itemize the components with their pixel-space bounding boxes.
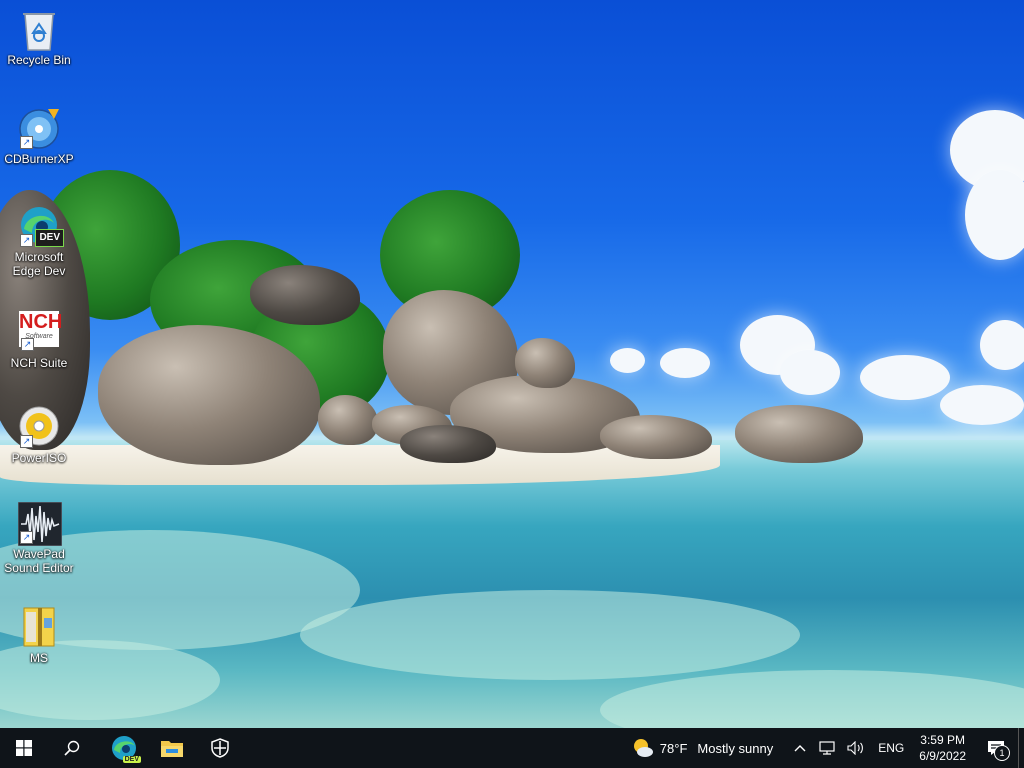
taskbar: DEV 78°F Mostly sunny ENG 3:59 PM 6/9/20… (0, 728, 1024, 768)
wallpaper-rock (515, 338, 575, 388)
partly-sunny-icon (633, 739, 653, 757)
desktop-icon-label: PowerISO (11, 451, 67, 465)
edge-dev-icon: DEV (111, 735, 141, 763)
shortcut-arrow-icon: ↗ (21, 338, 34, 351)
desktop-icon-label-line1: Microsoft (14, 250, 64, 264)
desktop-icon-label: CDBurnerXP (4, 152, 74, 166)
wallpaper-cloud (660, 348, 710, 378)
desktop-icon-wavepad[interactable]: ↗ WavePad Sound Editor (2, 501, 76, 575)
desktop-icon-poweriso[interactable]: ↗ PowerISO (2, 406, 76, 465)
wallpaper-cloud (965, 170, 1024, 260)
recycle-bin-icon (18, 8, 60, 51)
cdburnerxp-icon: ↗ (18, 107, 60, 149)
wallpaper-cloud (860, 355, 950, 400)
show-desktop-button[interactable] (1018, 728, 1024, 768)
weather-widget[interactable]: 78°F Mostly sunny (628, 728, 787, 768)
desktop-icon-label: NCH Suite (10, 356, 68, 370)
desktop-icon-edge-dev[interactable]: DEV ↗ Microsoft Edge Dev (2, 205, 76, 278)
shortcut-arrow-icon: ↗ (20, 435, 33, 448)
windows-logo-icon (16, 740, 32, 756)
desktop-icon-recycle-bin[interactable]: Recycle Bin (2, 8, 76, 67)
clock-button[interactable]: 3:59 PM 6/9/2022 (911, 728, 974, 768)
action-center-button[interactable]: 1 (974, 728, 1018, 768)
clock-time: 3:59 PM (920, 733, 965, 747)
desktop-icon-label: MS (30, 651, 48, 665)
input-language-button[interactable]: ENG (871, 728, 911, 768)
speaker-icon (847, 741, 864, 755)
wavepad-icon: ↗ (17, 501, 63, 547)
desktop-icon-label: Recycle Bin (7, 53, 71, 67)
weather-temp: 78°F (659, 740, 688, 756)
desktop-wallpaper (0, 0, 1024, 728)
search-button[interactable] (48, 728, 96, 768)
file-explorer-icon (161, 741, 183, 757)
wallpaper-cloud (780, 350, 840, 395)
wallpaper-cloud (610, 348, 645, 373)
volume-button[interactable] (841, 728, 871, 768)
shortcut-arrow-icon: ↗ (20, 234, 33, 247)
shortcut-arrow-icon: ↗ (20, 136, 33, 149)
search-icon (64, 740, 80, 756)
archive-file-icon (18, 606, 60, 648)
desktop-icon-ms[interactable]: MS (2, 606, 76, 665)
wallpaper-rock (400, 425, 496, 463)
shortcut-arrow-icon: ↗ (20, 531, 33, 544)
taskbar-windows-security[interactable] (196, 728, 244, 768)
windows-security-icon (211, 738, 229, 758)
wallpaper-cloud (940, 385, 1024, 425)
poweriso-icon: ↗ (18, 406, 60, 448)
taskbar-edge-dev[interactable]: DEV (100, 728, 148, 768)
system-tray: 78°F Mostly sunny ENG 3:59 PM 6/9/2022 1 (628, 728, 1024, 768)
desktop-icon-label-line2: Sound Editor (4, 561, 74, 575)
show-hidden-icons-button[interactable] (787, 728, 813, 768)
wallpaper-rock (250, 265, 360, 325)
edge-dev-icon: DEV ↗ (18, 205, 64, 247)
nch-suite-icon: NCH Software ↗ (19, 311, 63, 351)
nch-logo-text: NCH (19, 311, 63, 333)
language-label: ENG (878, 741, 905, 755)
wallpaper-rock (735, 405, 863, 463)
desktop-icon-cdburnerxp[interactable]: ↗ CDBurnerXP (2, 107, 76, 166)
desktop-icon-label-line2: Edge Dev (12, 264, 66, 278)
desktop-icon-label-line1: WavePad (13, 547, 65, 561)
chevron-up-icon (794, 745, 806, 752)
wallpaper-rock (318, 395, 378, 445)
network-icon (819, 741, 835, 755)
wallpaper-cloud (980, 320, 1024, 370)
clock-date: 6/9/2022 (919, 749, 966, 763)
network-button[interactable] (813, 728, 841, 768)
weather-condition: Mostly sunny (697, 740, 774, 756)
dev-badge: DEV (35, 229, 64, 247)
desktop-icon-nch-suite[interactable]: NCH Software ↗ NCH Suite (2, 311, 76, 370)
taskbar-file-explorer[interactable] (148, 728, 196, 768)
start-button[interactable] (0, 728, 48, 768)
notification-count-badge: 1 (994, 745, 1010, 761)
taskbar-dev-badge: DEV (122, 756, 141, 763)
wallpaper-rock (600, 415, 712, 459)
